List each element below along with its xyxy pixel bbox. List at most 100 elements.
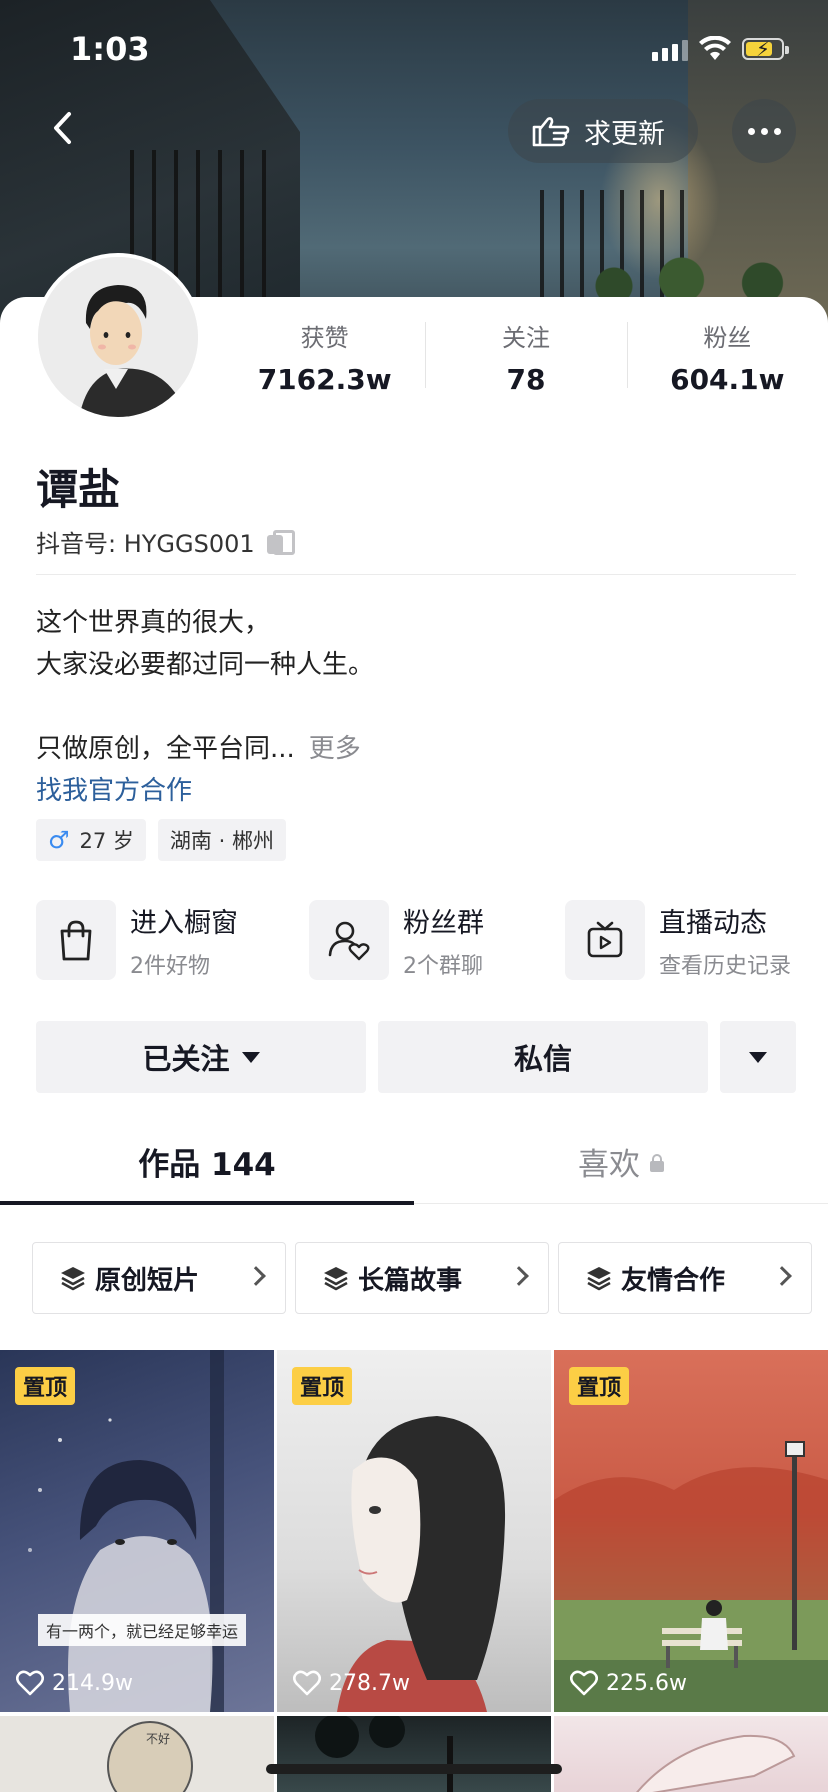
tv-play-icon — [565, 900, 645, 980]
profile-actions: 已关注 私信 — [36, 1021, 796, 1093]
service-subtitle: 2件好物 — [130, 953, 210, 979]
pinned-badge: 置顶 — [292, 1367, 353, 1405]
more-dot-icon — [760, 127, 768, 135]
age-tag: ♂ 27 岁 — [36, 819, 146, 861]
heart-icon — [293, 1670, 321, 1696]
collections-row: 原创短片 长篇故事 友情合作 — [32, 1242, 812, 1314]
live-history-entry[interactable]: 直播动态 查看历史记录 — [565, 900, 791, 980]
collection-label: 友情合作 — [621, 1265, 726, 1296]
avatar[interactable] — [34, 253, 202, 421]
layers-icon — [324, 1267, 348, 1291]
tab-active-indicator — [0, 1201, 414, 1205]
video-likes-count: 225.6w — [606, 1670, 687, 1696]
message-button[interactable]: 私信 — [378, 1021, 708, 1093]
stat-value: 604.1w — [670, 363, 785, 396]
pinned-badge: 置顶 — [569, 1367, 630, 1405]
video-thumbnail[interactable]: 置顶 278.7w — [277, 1350, 551, 1712]
caret-down-icon — [241, 1051, 260, 1063]
caret-down-icon — [749, 1051, 767, 1063]
tab-likes[interactable]: 喜欢 — [414, 1118, 828, 1204]
more-actions-button[interactable] — [720, 1021, 796, 1093]
services-row: 进入橱窗 2件好物 粉丝群 2个群聊 直播动态 查看历史记录 — [36, 900, 828, 982]
speech-bubble-text: 不好 — [146, 1732, 171, 1746]
stat-likes[interactable]: 获赞 7162.3w — [224, 318, 425, 398]
fan-group-icon — [309, 900, 389, 980]
video-thumbnail[interactable] — [277, 1716, 551, 1792]
video-thumbnail[interactable]: 置顶 225.6w — [554, 1350, 828, 1712]
location-tag: 湖南 · 郴州 — [157, 819, 286, 861]
content-tabs: 作品 144 喜欢 — [0, 1118, 828, 1205]
collection-original-shorts[interactable]: 原创短片 — [32, 1242, 286, 1314]
avatar-portrait — [38, 257, 198, 417]
message-label: 私信 — [513, 1042, 572, 1076]
chevron-right-icon — [246, 1266, 266, 1286]
request-update-button[interactable]: 求更新 — [508, 99, 698, 163]
lock-icon — [650, 1154, 664, 1172]
collection-friend-collabs[interactable]: 友情合作 — [558, 1242, 812, 1314]
collection-label: 长篇故事 — [358, 1265, 463, 1296]
stat-following[interactable]: 关注 78 — [425, 318, 626, 398]
profile-stats: 获赞 7162.3w 关注 78 粉丝 604.1w — [224, 318, 828, 398]
video-likes: 225.6w — [570, 1670, 687, 1696]
video-thumbnail[interactable]: 不好 — [0, 1716, 274, 1792]
service-title: 直播动态 — [659, 907, 767, 939]
tab-likes-label: 喜欢 — [578, 1146, 640, 1183]
stat-value: 78 — [506, 363, 546, 396]
battery-cap — [785, 46, 789, 54]
collection-label: 原创短片 — [95, 1265, 200, 1296]
bio-line-truncated: 只做原创，全平台同... 更多 — [36, 728, 374, 770]
video-thumbnail[interactable] — [554, 1716, 828, 1792]
shopping-bag-icon — [36, 900, 116, 980]
back-button[interactable] — [40, 106, 84, 150]
chevron-right-icon — [509, 1266, 529, 1286]
chevron-left-icon — [54, 112, 71, 144]
service-subtitle: 查看历史记录 — [659, 953, 792, 979]
followed-button[interactable]: 已关注 — [36, 1021, 366, 1093]
charging-bolt-icon: ⚡ — [756, 37, 771, 61]
showcase-entry[interactable]: 进入橱窗 2件好物 — [36, 900, 238, 980]
video-likes: 214.9w — [16, 1670, 133, 1696]
bio-line — [36, 686, 374, 728]
more-options-button[interactable] — [732, 99, 796, 163]
status-time: 1:03 — [70, 30, 150, 68]
official-cooperation-link[interactable]: 找我官方合作 — [36, 770, 374, 812]
douyin-id: 抖音号: HYGGS001 — [36, 524, 295, 559]
thumbnail-art — [107, 1721, 193, 1792]
video-likes-count: 214.9w — [52, 1670, 133, 1696]
stat-value: 7162.3w — [257, 363, 392, 396]
profile-bio: 这个世界真的很大， 大家没必要都过同一种人生。 只做原创，全平台同... 更多 找… — [36, 602, 374, 812]
layers-icon — [61, 1267, 85, 1291]
bio-line: 只做原创，全平台同... — [36, 734, 295, 764]
bio-more-link[interactable]: 更多 — [309, 734, 361, 764]
thumbnail-art — [315, 1716, 453, 1792]
copy-icon[interactable] — [266, 529, 295, 555]
collection-long-stories[interactable]: 长篇故事 — [295, 1242, 549, 1314]
heart-icon — [570, 1670, 598, 1696]
status-bar: 1:03 ⚡ — [0, 0, 828, 96]
video-likes-count: 278.7w — [329, 1670, 410, 1696]
wifi-icon — [699, 36, 731, 60]
request-update-label: 求更新 — [584, 118, 665, 150]
age-text: 27 岁 — [79, 829, 134, 853]
tab-works[interactable]: 作品 144 — [0, 1118, 414, 1204]
pointing-hand-icon — [532, 117, 570, 147]
home-indicator[interactable] — [266, 1764, 562, 1774]
service-title: 进入橱窗 — [130, 907, 238, 939]
divider — [36, 574, 796, 575]
male-icon: ♂ — [48, 826, 70, 854]
stat-followers[interactable]: 粉丝 604.1w — [626, 318, 828, 398]
stat-label: 粉丝 — [703, 324, 752, 352]
layers-icon — [587, 1267, 611, 1291]
douyin-id-text: 抖音号: HYGGS001 — [36, 530, 255, 558]
tab-works-label: 作品 144 — [138, 1146, 276, 1183]
bio-line: 这个世界真的很大， — [36, 608, 271, 638]
video-thumbnail[interactable]: 置顶 有一两个，就已经足够幸运 214.9w — [0, 1350, 274, 1712]
fan-group-entry[interactable]: 粉丝群 2个群聊 — [309, 900, 484, 980]
pinned-badge: 置顶 — [15, 1367, 76, 1405]
video-grid: 置顶 有一两个，就已经足够幸运 214.9w 置顶 278.7w 置顶 225.… — [0, 1350, 828, 1792]
profile-tags: ♂ 27 岁 湖南 · 郴州 — [36, 819, 286, 861]
stat-label: 关注 — [501, 324, 550, 352]
chevron-right-icon — [772, 1266, 792, 1286]
more-dot-icon — [747, 127, 755, 135]
battery-icon: ⚡ — [742, 37, 789, 61]
